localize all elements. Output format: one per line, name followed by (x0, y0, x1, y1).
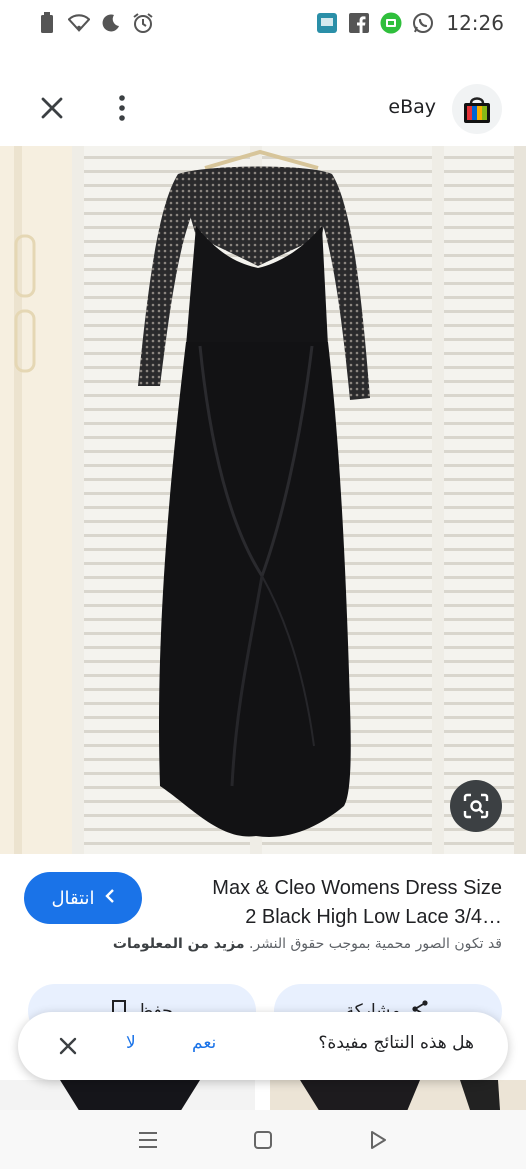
feedback-yes-button[interactable]: نعم (192, 1033, 216, 1053)
google-lens-icon[interactable] (450, 780, 502, 832)
copyright-text: قد تكون الصور محمية بموجب حقوق النشر. (248, 936, 502, 952)
recent-apps-icon[interactable] (134, 1126, 162, 1154)
viewer-top-bar: eBay (0, 72, 526, 144)
home-icon[interactable] (249, 1126, 277, 1154)
visit-button[interactable]: انتقال (24, 872, 142, 924)
battery-icon (36, 12, 58, 34)
more-info-link[interactable]: مزيد من المعلومات (113, 936, 245, 952)
app-notification-icon (316, 12, 338, 34)
visit-button-label: انتقال (51, 887, 95, 909)
status-time: 12:26 (446, 11, 504, 35)
wifi-icon (68, 12, 90, 34)
messenger-icon (380, 12, 402, 34)
result-title-line1: Max & Cleo Womens Dress Size (212, 877, 502, 899)
whatsapp-icon (412, 12, 434, 34)
copyright-notice: قد تكون الصور محمية بموجب حقوق النشر. مز… (22, 936, 502, 952)
result-title-line2: 2 Black High Low Lace 3/4… (245, 906, 502, 928)
close-icon[interactable] (56, 1034, 80, 1058)
more-vert-icon[interactable] (112, 92, 132, 124)
alarm-icon (132, 12, 154, 34)
facebook-icon (348, 12, 370, 34)
product-image[interactable] (0, 146, 526, 854)
dress-photo (0, 146, 526, 854)
result-title[interactable]: Max & Cleo Womens Dress Size 2 Black Hig… (162, 874, 502, 932)
chevron-left-icon (104, 888, 115, 909)
status-bar: 12:26 (0, 0, 526, 46)
feedback-question: هل هذه النتائج مفيدة؟ (318, 1033, 474, 1053)
system-nav-bar (0, 1110, 526, 1169)
feedback-no-button[interactable]: لا (126, 1033, 136, 1053)
feedback-card: لا نعم هل هذه النتائج مفيدة؟ (18, 1012, 508, 1080)
ebay-logo[interactable] (452, 84, 502, 134)
close-icon[interactable] (36, 92, 68, 124)
moon-icon (100, 12, 122, 34)
back-icon[interactable] (364, 1126, 392, 1154)
source-site-name[interactable]: eBay (388, 96, 436, 118)
